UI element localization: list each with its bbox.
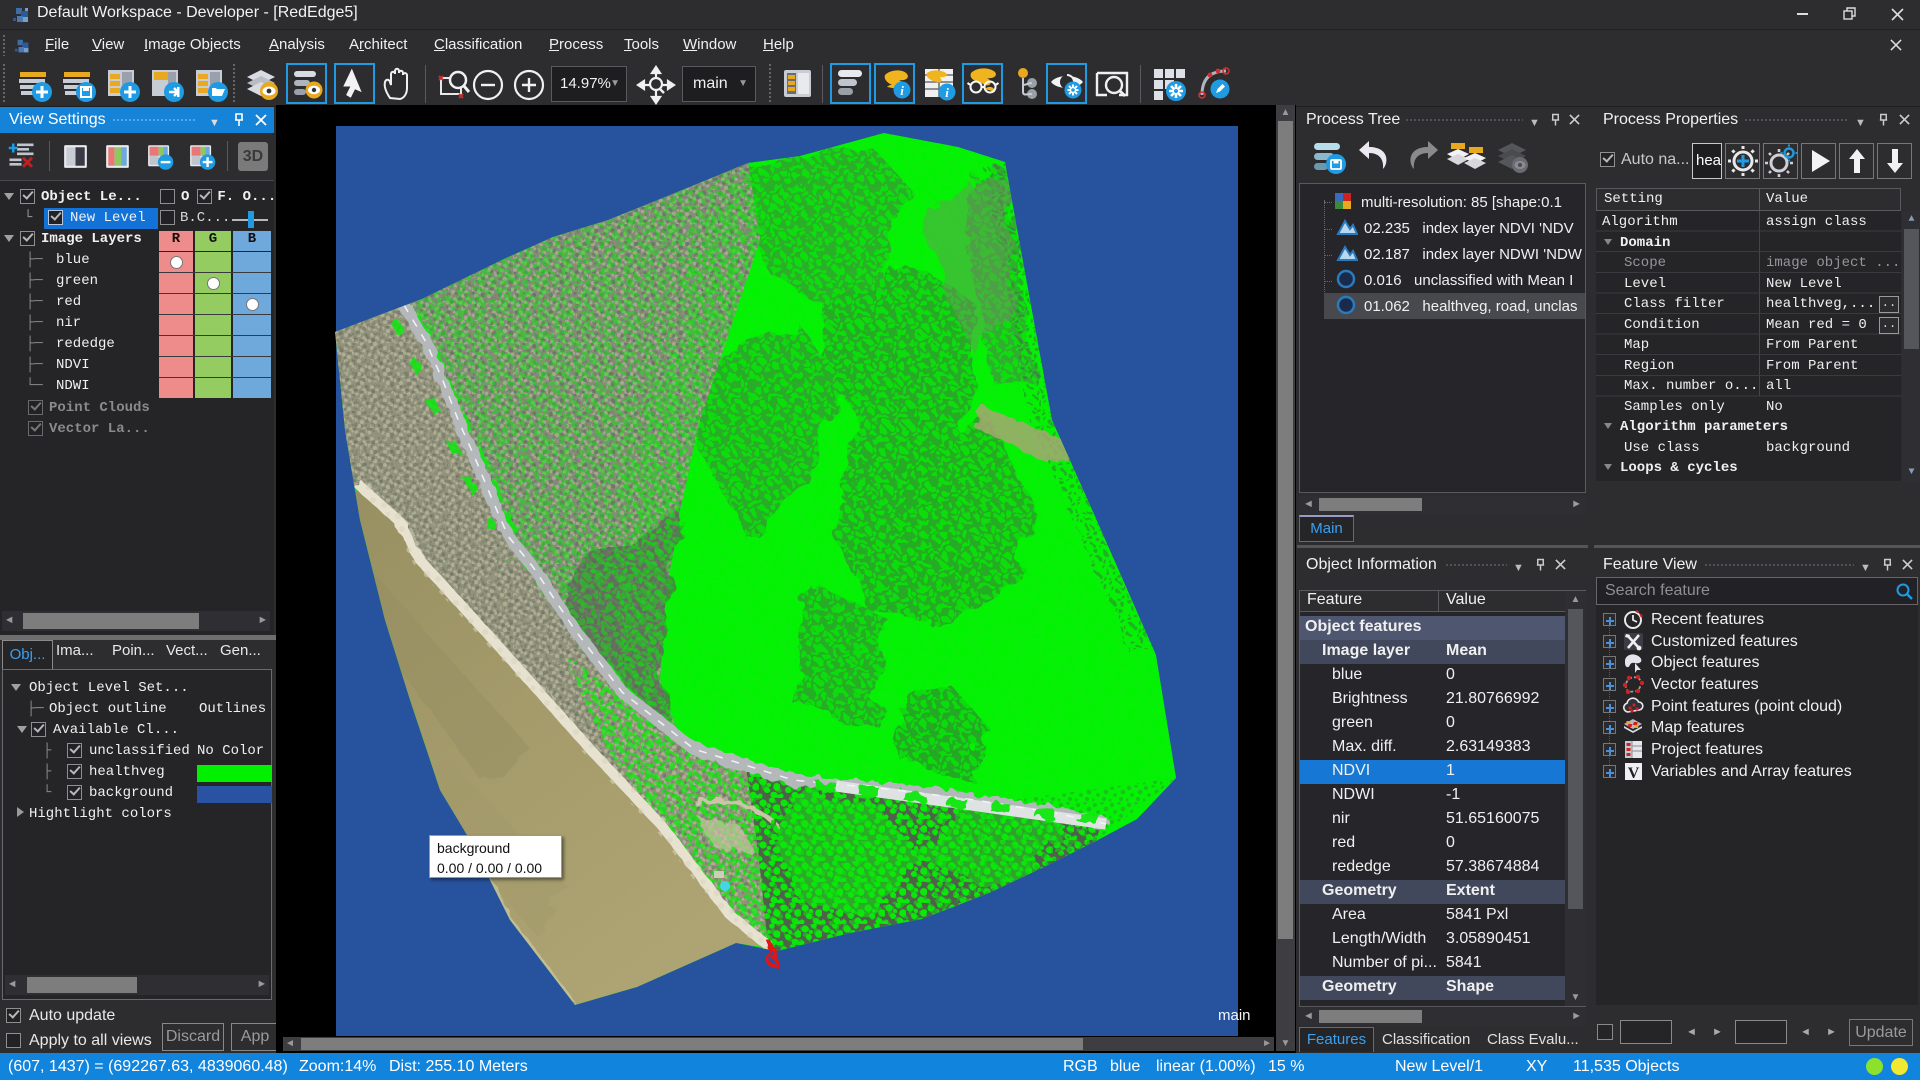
svg-text:V: V: [1628, 765, 1640, 782]
svg-text:i: i: [900, 83, 904, 98]
svg-text:i: i: [945, 85, 949, 100]
